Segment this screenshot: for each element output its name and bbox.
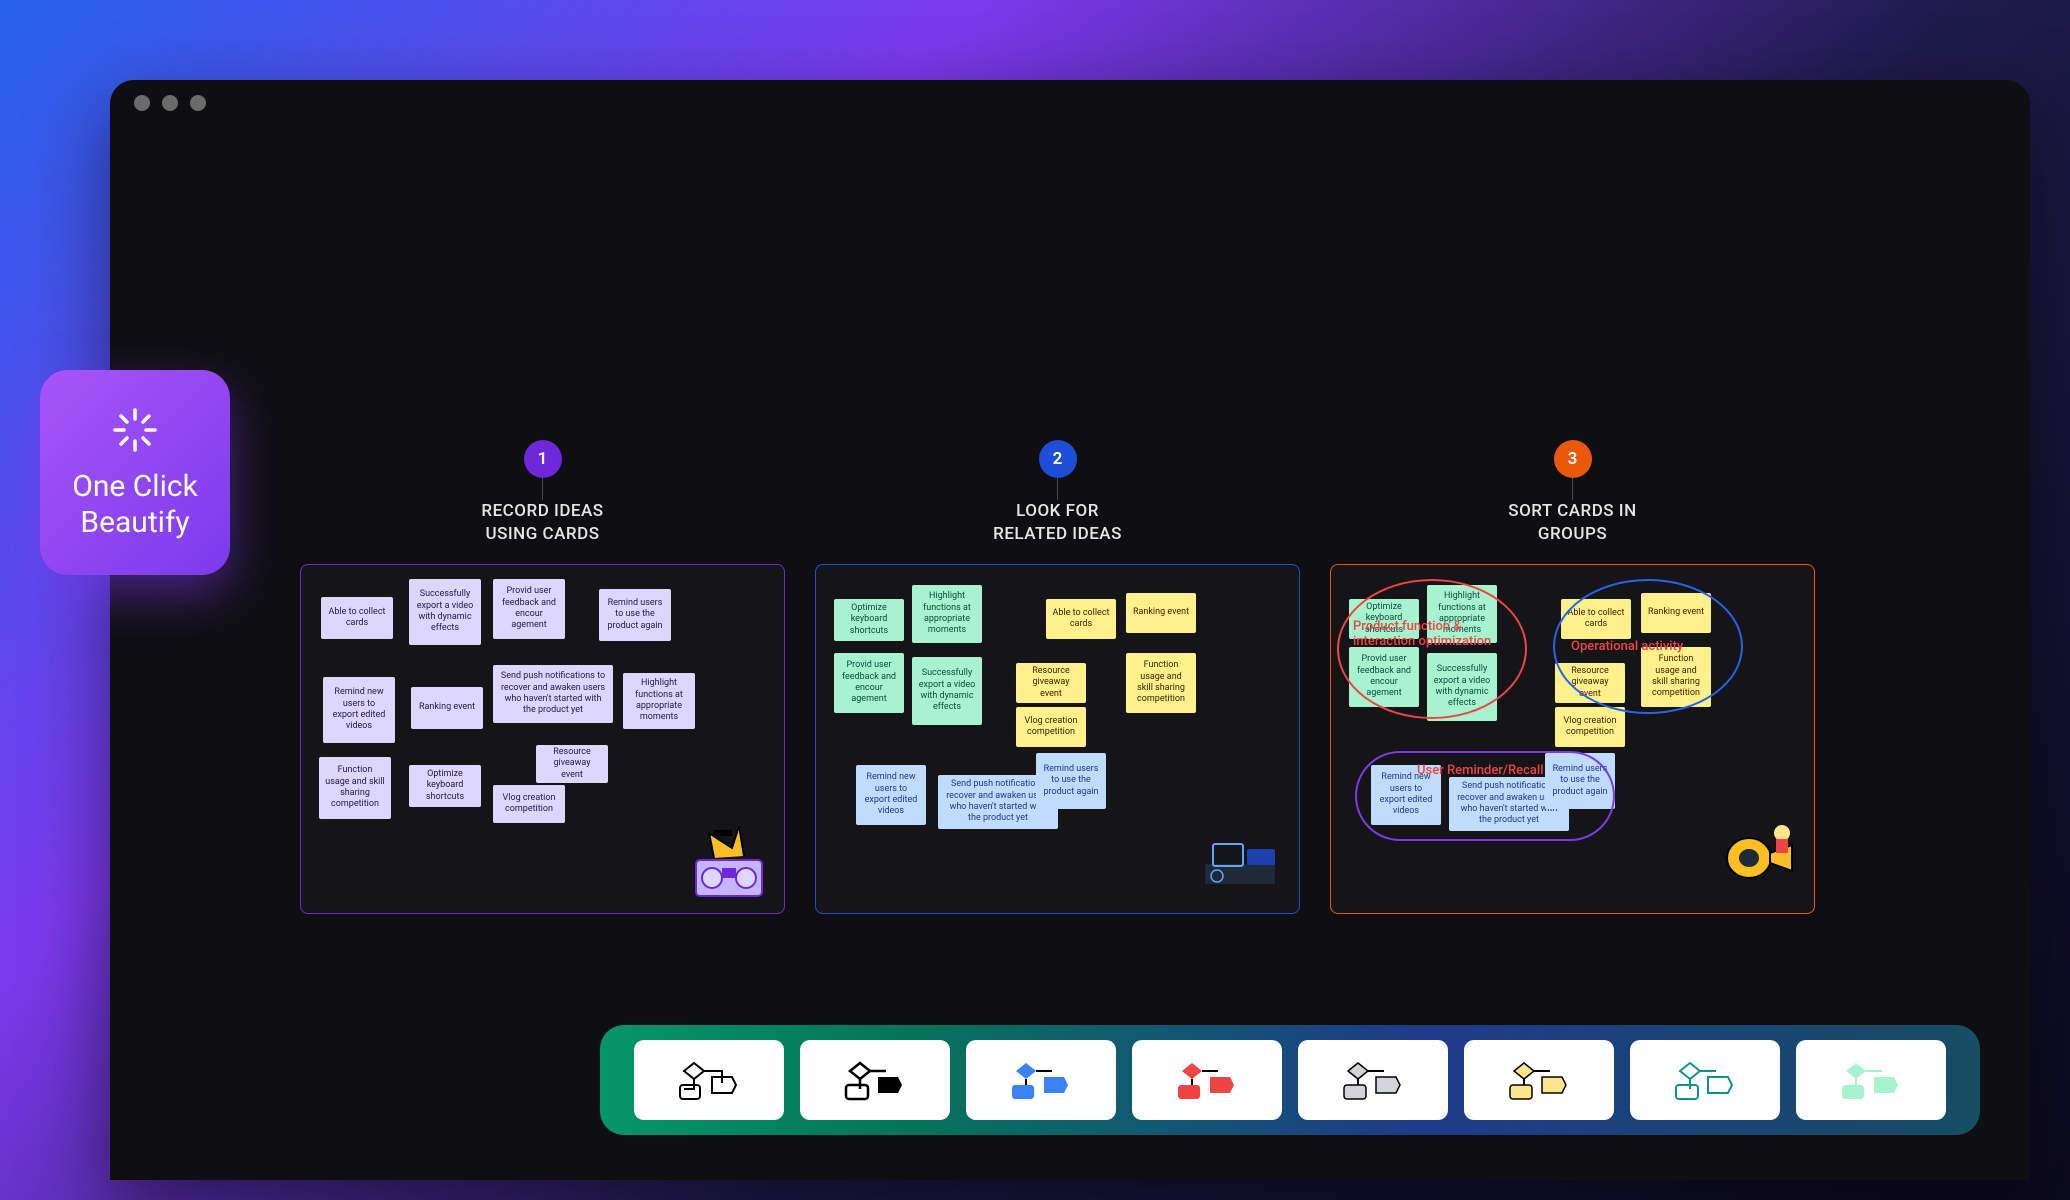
section-title-line: RECORD IDEAS bbox=[481, 501, 603, 521]
section-sort-groups: 3 SORT CARDS IN GROUPS Product function … bbox=[1330, 440, 1815, 914]
annotation-operational: Operational activity bbox=[1571, 639, 1683, 654]
sticky-card[interactable]: Function usage and skill sharing competi… bbox=[1641, 647, 1711, 707]
section-title-line: USING CARDS bbox=[485, 524, 599, 544]
badge-connector bbox=[1057, 478, 1058, 500]
style-option-8[interactable] bbox=[1796, 1040, 1946, 1120]
section-title-line: GROUPS bbox=[1538, 524, 1607, 544]
sticky-card[interactable]: Send push notifications to recover and a… bbox=[493, 665, 613, 723]
sticky-card[interactable]: Successfully export a video with dynamic… bbox=[409, 579, 481, 645]
sticky-card[interactable]: Optimize keyboard shortcuts bbox=[409, 765, 481, 807]
sticky-card[interactable]: Vlog creation competition bbox=[1555, 707, 1625, 747]
boombox-illustration bbox=[684, 818, 774, 903]
badge-connector bbox=[1572, 478, 1573, 500]
window-control-maximize[interactable] bbox=[190, 95, 206, 111]
boards-row: 1 RECORD IDEAS USING CARDS Able to colle… bbox=[300, 440, 1815, 914]
sticky-card[interactable]: Able to collect cards bbox=[1046, 599, 1116, 639]
style-option-7[interactable] bbox=[1630, 1040, 1780, 1120]
sticky-card[interactable]: Provid user feedback and encour agement bbox=[1349, 647, 1419, 707]
sticky-card[interactable]: Ranking event bbox=[1126, 593, 1196, 633]
sticky-card[interactable]: Successfully export a video with dynamic… bbox=[1427, 653, 1497, 721]
sticky-card[interactable]: Remind new users to export edited videos bbox=[323, 677, 395, 743]
sticky-card[interactable]: Highlight functions at appropriate momen… bbox=[623, 673, 695, 729]
section-title-2: LOOK FOR RELATED IDEAS bbox=[993, 500, 1122, 546]
section-title-line: LOOK FOR bbox=[1016, 501, 1099, 521]
style-option-2[interactable] bbox=[800, 1040, 950, 1120]
step-badge-2: 2 bbox=[1039, 440, 1077, 478]
sticky-card[interactable]: Remind new users to export edited videos bbox=[856, 765, 926, 825]
section-title-1: RECORD IDEAS USING CARDS bbox=[481, 500, 603, 546]
board-1[interactable]: Able to collect cards Successfully expor… bbox=[300, 564, 785, 914]
style-option-4[interactable] bbox=[1132, 1040, 1282, 1120]
badge-connector bbox=[542, 478, 543, 500]
one-click-beautify-button[interactable]: One Click Beautify bbox=[40, 370, 230, 575]
step-badge-1: 1 bbox=[524, 440, 562, 478]
sticky-card[interactable]: Remind users to use the product again bbox=[1545, 753, 1615, 809]
sticky-card[interactable]: Optimize keyboard shortcuts bbox=[834, 599, 904, 641]
board-2[interactable]: Optimize keyboard shortcuts Highlight fu… bbox=[815, 564, 1300, 914]
style-toolbar bbox=[600, 1025, 1980, 1135]
sticky-card[interactable]: Ranking event bbox=[411, 687, 483, 729]
megaphone-illustration bbox=[1714, 813, 1804, 893]
section-look-for-related: 2 LOOK FOR RELATED IDEAS Optimize keyboa… bbox=[815, 440, 1300, 914]
window-control-minimize[interactable] bbox=[162, 95, 178, 111]
desk-illustration bbox=[1195, 824, 1285, 899]
sticky-card[interactable]: Remind users to use the product again bbox=[1036, 753, 1106, 809]
sticky-card[interactable]: Highlight functions at appropriate momen… bbox=[912, 585, 982, 643]
sticky-card[interactable]: Able to collect cards bbox=[321, 597, 393, 639]
sticky-card[interactable]: Provid user feedback and encour agement bbox=[493, 579, 565, 639]
sticky-card[interactable]: Vlog creation competition bbox=[1016, 707, 1086, 747]
sticky-card[interactable]: Function usage and skill sharing competi… bbox=[1126, 653, 1196, 713]
sticky-card[interactable]: Able to collect cards bbox=[1561, 599, 1631, 639]
sticky-card[interactable]: Resource giveaway event bbox=[1016, 663, 1086, 703]
style-option-6[interactable] bbox=[1464, 1040, 1614, 1120]
beautify-label-1: One Click bbox=[72, 469, 198, 505]
sticky-card[interactable]: Function usage and skill sharing competi… bbox=[319, 757, 391, 819]
style-option-1[interactable] bbox=[634, 1040, 784, 1120]
app-window: 1 RECORD IDEAS USING CARDS Able to colle… bbox=[110, 80, 2030, 1180]
annotation-product: Product function & interaction optimizat… bbox=[1353, 619, 1518, 649]
beautify-label-2: Beautify bbox=[80, 505, 189, 541]
section-record-ideas: 1 RECORD IDEAS USING CARDS Able to colle… bbox=[300, 440, 785, 914]
section-title-line: SORT CARDS IN bbox=[1508, 501, 1636, 521]
style-option-5[interactable] bbox=[1298, 1040, 1448, 1120]
window-titlebar bbox=[110, 80, 2030, 126]
sticky-card[interactable]: Vlog creation competition bbox=[493, 785, 565, 823]
sticky-card[interactable]: Remind users to use the product again bbox=[599, 589, 671, 641]
section-title-3: SORT CARDS IN GROUPS bbox=[1508, 500, 1636, 546]
step-badge-3: 3 bbox=[1554, 440, 1592, 478]
section-title-line: RELATED IDEAS bbox=[993, 524, 1122, 544]
sticky-card[interactable]: Resource giveaway event bbox=[1555, 663, 1625, 703]
sticky-card[interactable]: Provid user feedback and encour agement bbox=[834, 653, 904, 713]
window-control-close[interactable] bbox=[134, 95, 150, 111]
sparkle-icon bbox=[110, 405, 160, 455]
style-option-3[interactable] bbox=[966, 1040, 1116, 1120]
annotation-reminder: User Reminder/Recall bbox=[1417, 763, 1544, 778]
sticky-card[interactable]: Ranking event bbox=[1641, 593, 1711, 633]
sticky-card[interactable]: Resource giveaway event bbox=[536, 745, 608, 783]
sticky-card[interactable]: Successfully export a video with dynamic… bbox=[912, 657, 982, 725]
board-3[interactable]: Product function & interaction optimizat… bbox=[1330, 564, 1815, 914]
